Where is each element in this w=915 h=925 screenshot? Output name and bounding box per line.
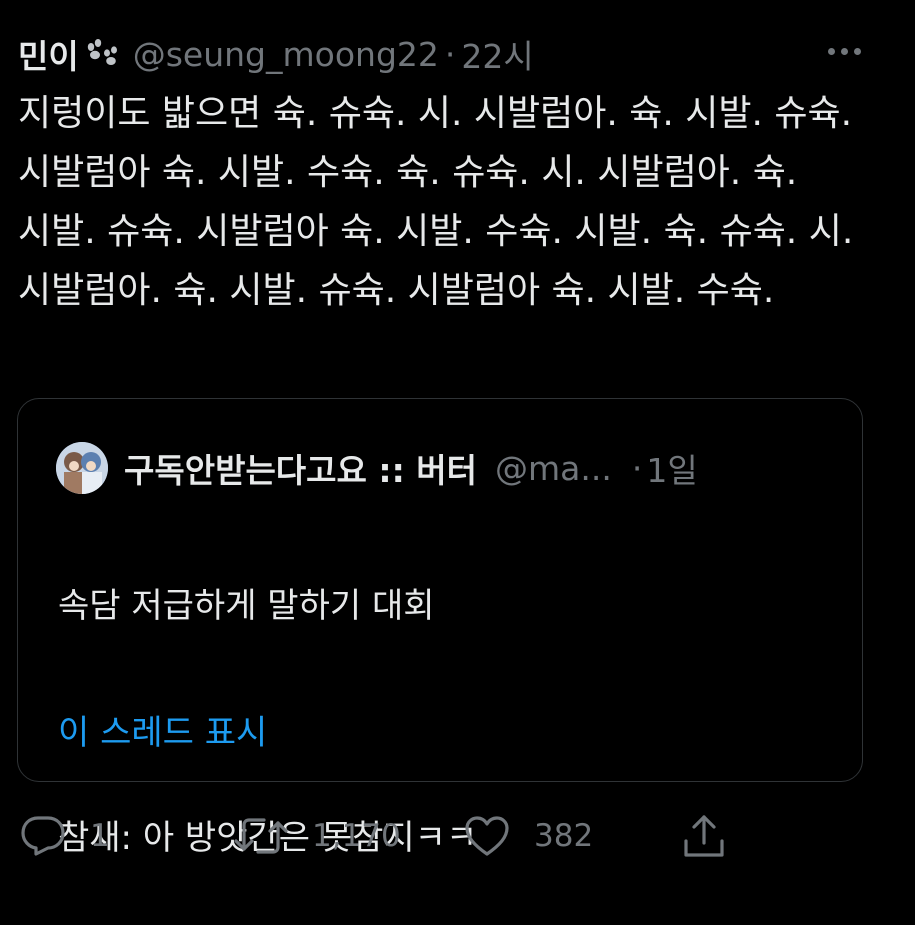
retweet-button[interactable]: 1,170	[234, 806, 401, 866]
tweet-text: 지렁이도 밟으면 슉. 슈슉. 시. 시발럼아. 슉. 시발. 슈슉. 시발럼아…	[18, 93, 854, 311]
like-icon	[464, 815, 510, 857]
like-count: 382	[534, 818, 594, 854]
reply-count: 1	[90, 818, 110, 854]
quoted-author-display-name[interactable]: 구독안받는다고요 :: 버터	[124, 444, 477, 492]
paw-icon	[85, 39, 119, 69]
tweet-header: 민이 @seung_moong22 · 22시	[18, 28, 875, 80]
retweet-icon	[234, 815, 288, 857]
share-icon	[682, 813, 726, 859]
avatar[interactable]	[56, 442, 108, 494]
retweet-count: 1,170	[312, 818, 401, 854]
tweet-timestamp[interactable]: 22시	[461, 30, 533, 78]
quoted-text-line-1: 속담 저급하게 말하기 대회	[58, 586, 435, 626]
author-handle[interactable]: @seung_moong22	[133, 35, 439, 74]
reply-icon	[20, 815, 66, 857]
quoted-tweet-header: 구독안받는다고요 :: 버터 @ma... · 1일	[56, 442, 822, 494]
author-display-name[interactable]: 민이	[18, 30, 79, 78]
show-thread-link[interactable]: 이 스레드 표시	[58, 705, 267, 754]
quoted-header-separator: ·	[631, 448, 643, 488]
like-button[interactable]: 382	[464, 806, 593, 866]
header-separator: ·	[444, 34, 456, 74]
quoted-tweet[interactable]: 구독안받는다고요 :: 버터 @ma... · 1일 속담 저급하게 말하기 대…	[17, 398, 863, 858]
quoted-tweet-timestamp[interactable]: 1일	[646, 444, 697, 492]
share-button[interactable]	[682, 806, 726, 866]
quoted-author-handle[interactable]: @ma...	[495, 449, 612, 488]
reply-button[interactable]: 1	[20, 806, 110, 866]
tweet-action-bar: 1 1,170 382	[20, 806, 740, 866]
more-icon[interactable]	[828, 48, 861, 55]
